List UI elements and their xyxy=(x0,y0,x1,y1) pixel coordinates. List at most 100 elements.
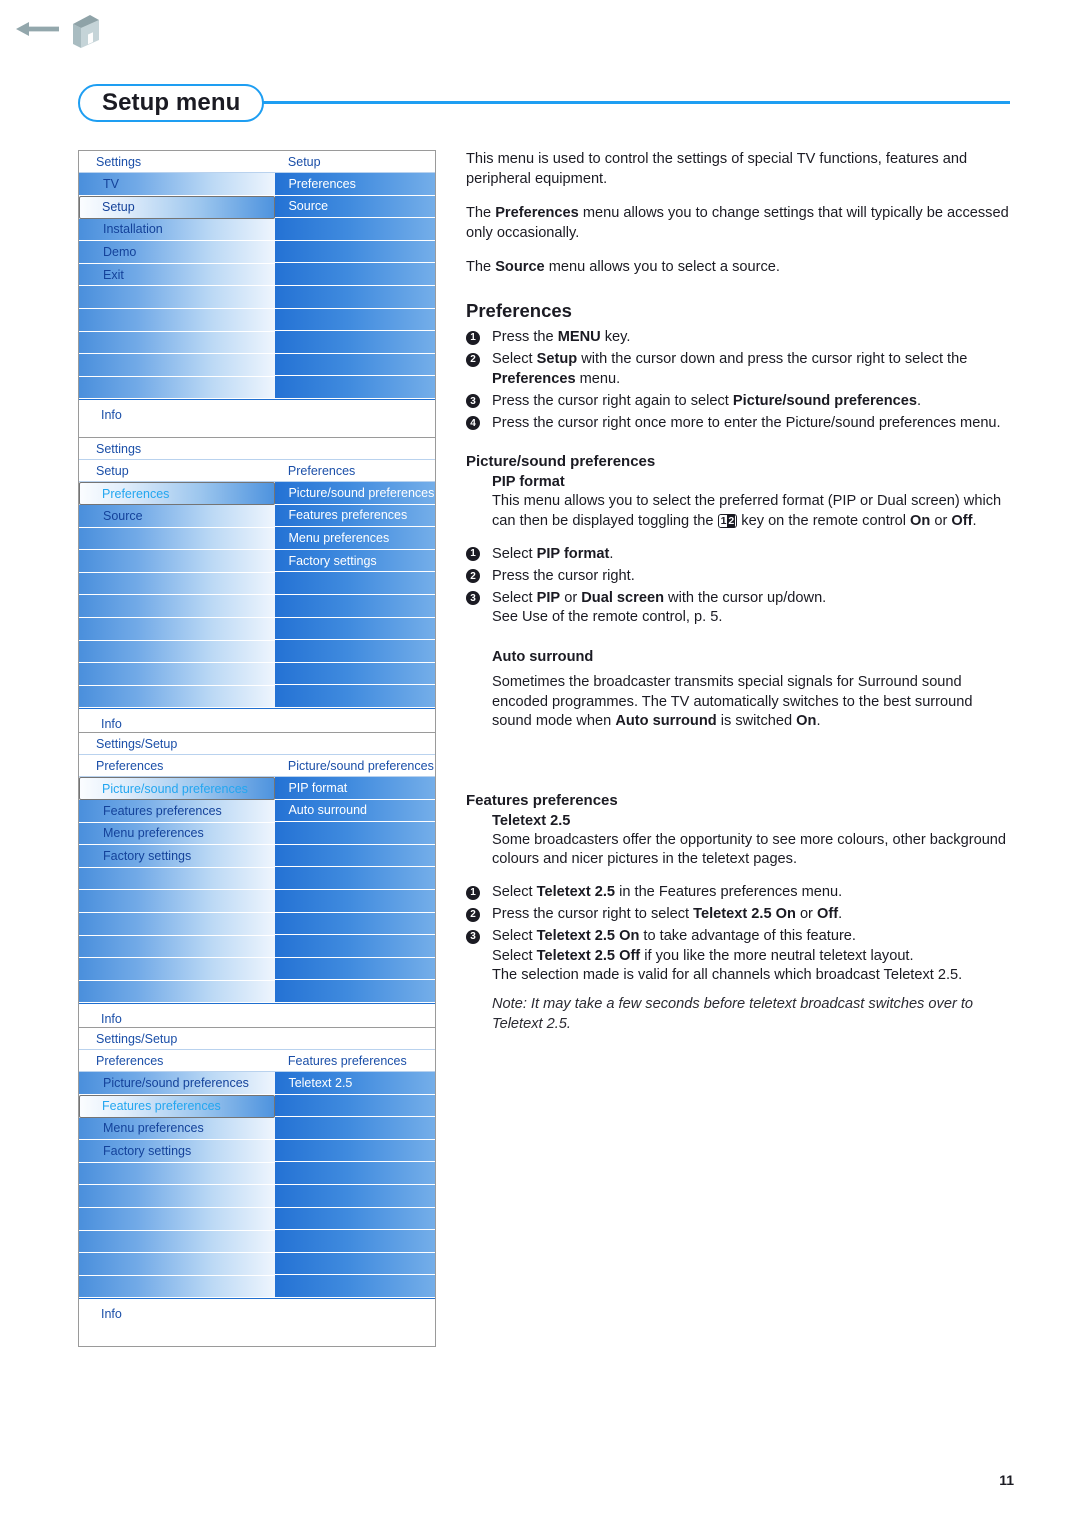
text-bold-dual-screen: Dual screen xyxy=(581,589,664,606)
osd-item-tv[interactable]: TV xyxy=(79,173,276,196)
osd-header-left: Settings xyxy=(96,441,142,456)
osd-subitem-menu-preferences[interactable]: Menu preferences xyxy=(275,527,435,550)
top-icon-bar xyxy=(0,0,1080,60)
osd-item-empty xyxy=(79,527,276,551)
osd-item-empty xyxy=(79,354,276,377)
osd-body: Picture/sound preferences Features prefer… xyxy=(79,777,435,1004)
home-icon[interactable] xyxy=(68,10,104,48)
osd-item-features-preferences[interactable]: Features preferences xyxy=(79,800,276,823)
osd-footer-label: Info xyxy=(101,1012,122,1027)
osd-item-empty xyxy=(79,286,276,309)
osd-body: TV Setup Installation Demo Exit Preferences So… xyxy=(79,173,435,400)
text-run-seealso: See Use of the remote control, p. 5. xyxy=(492,609,723,626)
text-run: Press the cursor right to select xyxy=(492,906,694,923)
list-item: 2 Select Setup with the cursor down and p… xyxy=(466,350,1012,389)
osd-item-label: TV xyxy=(103,176,119,191)
osd-item-demo[interactable]: Demo xyxy=(79,241,276,264)
osd-subitem-empty xyxy=(275,662,435,686)
text-run: . xyxy=(609,545,614,562)
text-bold-menu-key: MENU xyxy=(557,328,601,345)
osd-subitem-empty xyxy=(275,240,435,264)
osd-panel-panel-preferences: Settings Setup Preferences Preferences Sourc… xyxy=(78,437,436,758)
osd-subitem-empty xyxy=(275,617,435,641)
osd-subitem-empty xyxy=(275,1139,435,1163)
step-number-3: 3 xyxy=(466,394,480,409)
osd-item-preferences[interactable]: Preferences xyxy=(79,482,276,505)
osd-item-label: Installation xyxy=(103,222,163,237)
osd-item-empty xyxy=(79,890,276,913)
osd-subitem-picture-sound-preferences[interactable]: Picture/sound preferences xyxy=(275,482,435,505)
osd-item-empty xyxy=(79,1162,276,1186)
osd-column-left: Picture/sound preferences Features prefer… xyxy=(79,777,276,1004)
osd-item-empty xyxy=(79,663,276,686)
list-item: 3 Press the cursor right again to select … xyxy=(466,392,1012,412)
text-bold-auto-surround: Auto surround xyxy=(615,713,717,730)
teletext-step-list: 1 Select Teletext 2.5 in the Features pre… xyxy=(466,883,1012,986)
osd-subitem-source[interactable]: Source xyxy=(275,195,435,219)
osd-subitem-empty xyxy=(275,912,435,936)
osd-item-label: Menu preferences xyxy=(103,826,204,841)
step-number-1: 1 xyxy=(466,547,480,562)
page-title: Setup menu xyxy=(102,89,241,116)
osd-item-exit[interactable]: Exit xyxy=(79,263,276,287)
osd-item-menu-preferences[interactable]: Menu preferences xyxy=(79,822,276,846)
osd-header-left: Preferences xyxy=(96,758,164,773)
osd-body: Preferences Source Picture/sound preferenc… xyxy=(79,482,435,709)
osd-item-installation[interactable]: Installation xyxy=(79,218,276,242)
osd-subitem-label: Picture/sound preferences xyxy=(288,485,435,500)
osd-subitem-teletext-2-5[interactable]: Teletext 2.5 xyxy=(275,1072,435,1095)
osd-subitem-empty xyxy=(275,376,435,399)
osd-panel-panel-setup: Settings Setup TV Setup Installation Demo Exit… xyxy=(78,150,436,449)
osd-item-empty xyxy=(79,376,276,400)
osd-item-factory-settings[interactable]: Factory settings xyxy=(79,845,276,868)
text-bold-teletext: Teletext 2.5 xyxy=(536,883,616,900)
osd-item-factory-settings[interactable]: Factory settings xyxy=(79,1140,276,1163)
intro-paragraph-2: The Preferences menu allows you to chang… xyxy=(466,204,1012,243)
title-rule xyxy=(238,101,1010,104)
osd-item-menu-preferences[interactable]: Menu preferences xyxy=(79,1117,276,1141)
text-run: with the cursor up/down. xyxy=(664,589,827,606)
text-run: menu allows you to select a source. xyxy=(544,259,780,276)
osd-panel-panel-picture-sound: Settings/Setup Preferences Picture/sound p… xyxy=(78,732,436,1053)
list-item: 1 Select PIP format. xyxy=(466,545,1012,565)
subheading-pip-format: PIP format xyxy=(492,474,565,491)
osd-header-right: Setup xyxy=(287,154,321,169)
text-run: Select xyxy=(492,928,537,945)
osd-column-left: Picture/sound preferences Features prefer… xyxy=(79,1072,276,1299)
osd-header-right: Features preferences xyxy=(287,1053,407,1068)
text-run: The selection made is valid for all chan… xyxy=(492,967,963,984)
text-run: Select xyxy=(492,545,537,562)
osd-subitem-label: Auto surround xyxy=(288,803,367,818)
text-bold-pip: PIP xyxy=(536,589,561,606)
text-run: . xyxy=(972,513,977,530)
osd-column-right: PIP format Auto surround xyxy=(275,777,435,1003)
list-item: 2 Press the cursor right to select Telete… xyxy=(466,905,1012,925)
osd-subitem-features-preferences[interactable]: Features preferences xyxy=(275,504,435,528)
osd-subitem-pip-format[interactable]: PIP format xyxy=(275,777,435,800)
remote-key-12-icon: 12 xyxy=(717,514,738,529)
osd-item-features-preferences[interactable]: Features preferences xyxy=(79,1094,276,1118)
pip-step-list: 1 Select PIP format. 2 Press the cursor ri… xyxy=(466,545,1012,628)
osd-item-picture-sound-preferences[interactable]: Picture/sound preferences xyxy=(79,1072,276,1095)
text-bold-picture-sound: Picture/sound preferences xyxy=(732,392,918,409)
osd-item-source[interactable]: Source xyxy=(79,505,276,528)
osd-subitem-auto-surround[interactable]: Auto surround xyxy=(275,799,435,823)
text-run: Press the cursor right once more to ente… xyxy=(492,414,1001,431)
osd-item-picture-sound-preferences[interactable]: Picture/sound preferences xyxy=(79,777,276,800)
osd-subitem-empty xyxy=(275,1252,435,1276)
text-run: or xyxy=(560,589,582,606)
back-arrow-icon[interactable] xyxy=(14,18,62,40)
step-number-2: 2 xyxy=(466,352,480,367)
osd-subitem-factory-settings[interactable]: Factory settings xyxy=(275,549,435,573)
pip-format-block: PIP format This menu allows you to selec… xyxy=(492,474,1012,531)
osd-footer-label: Info xyxy=(101,408,122,423)
osd-subitem-preferences[interactable]: Preferences xyxy=(275,173,435,196)
osd-item-empty xyxy=(79,1230,276,1254)
osd-header-left: Settings xyxy=(96,154,142,169)
osd-subitem-empty xyxy=(275,1275,435,1298)
osd-subitem-label: Menu preferences xyxy=(288,530,390,545)
osd-subitem-empty xyxy=(275,263,435,286)
text-run: Select xyxy=(492,883,537,900)
osd-subitem-empty xyxy=(275,1117,435,1140)
osd-item-setup[interactable]: Setup xyxy=(79,195,276,219)
